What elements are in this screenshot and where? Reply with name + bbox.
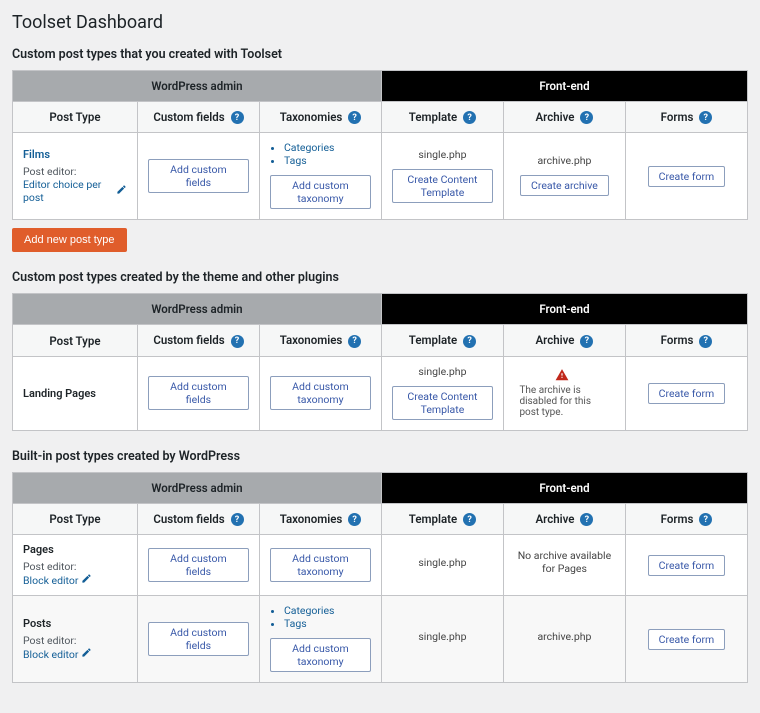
editor-label: Post editor: bbox=[23, 634, 127, 647]
table-row: Posts Post editor:Block editor Add custom… bbox=[13, 596, 748, 683]
col-forms: Forms ? bbox=[625, 102, 747, 133]
col-taxonomies: Taxonomies ? bbox=[259, 102, 381, 133]
help-custom-fields-icon[interactable]: ? bbox=[231, 335, 244, 348]
header-wp-admin: WordPress admin bbox=[13, 472, 382, 503]
header-front-end: Front-end bbox=[381, 71, 747, 102]
archive-note: No archive available for Pages bbox=[514, 549, 615, 575]
create-template-button[interactable]: Create Content Template bbox=[392, 169, 493, 203]
create-form-button[interactable]: Create form bbox=[648, 629, 726, 650]
post-types-table: WordPress admin Front-end Post Type Cust… bbox=[12, 70, 748, 220]
col-post-type: Post Type bbox=[13, 325, 138, 356]
section-builtin: Built-in post types created by WordPress… bbox=[12, 449, 748, 683]
col-archive: Archive ? bbox=[503, 325, 625, 356]
create-form-button[interactable]: Create form bbox=[648, 383, 726, 404]
page-title: Toolset Dashboard bbox=[12, 12, 748, 33]
create-form-button[interactable]: Create form bbox=[648, 555, 726, 576]
post-type-link-films[interactable]: Films bbox=[23, 148, 50, 161]
col-post-type: Post Type bbox=[13, 102, 138, 133]
header-wp-admin: WordPress admin bbox=[13, 294, 382, 325]
add-taxonomy-button[interactable]: Add custom taxonomy bbox=[270, 638, 371, 672]
col-template: Template ? bbox=[381, 102, 503, 133]
post-type-name-posts: Posts bbox=[23, 617, 51, 630]
add-post-type-button[interactable]: Add new post type bbox=[12, 228, 127, 252]
table-row: Pages Post editor:Block editor Add custom… bbox=[13, 535, 748, 596]
warning-icon bbox=[555, 368, 569, 385]
help-forms-icon[interactable]: ? bbox=[699, 513, 712, 526]
add-taxonomy-button[interactable]: Add custom taxonomy bbox=[270, 548, 371, 582]
edit-icon bbox=[81, 647, 92, 661]
editor-choice-link[interactable]: Block editor bbox=[23, 573, 92, 587]
help-archive-icon[interactable]: ? bbox=[580, 335, 593, 348]
create-form-button[interactable]: Create form bbox=[648, 166, 726, 187]
edit-icon bbox=[81, 573, 92, 587]
add-custom-fields-button[interactable]: Add custom fields bbox=[148, 159, 249, 193]
section-toolset: Custom post types that you created with … bbox=[12, 47, 748, 252]
header-front-end: Front-end bbox=[381, 472, 747, 503]
add-taxonomy-button[interactable]: Add custom taxonomy bbox=[270, 376, 371, 410]
help-template-icon[interactable]: ? bbox=[463, 335, 476, 348]
help-taxonomies-icon[interactable]: ? bbox=[348, 335, 361, 348]
help-custom-fields-icon[interactable]: ? bbox=[231, 513, 244, 526]
header-front-end: Front-end bbox=[381, 294, 747, 325]
col-custom-fields: Custom fields ? bbox=[137, 102, 259, 133]
editor-label: Post editor: bbox=[23, 165, 127, 178]
help-template-icon[interactable]: ? bbox=[463, 111, 476, 124]
add-custom-fields-button[interactable]: Add custom fields bbox=[148, 622, 249, 656]
add-custom-fields-button[interactable]: Add custom fields bbox=[148, 376, 249, 410]
add-taxonomy-button[interactable]: Add custom taxonomy bbox=[270, 175, 371, 209]
editor-choice-link[interactable]: Block editor bbox=[23, 647, 92, 661]
col-taxonomies: Taxonomies ? bbox=[259, 503, 381, 534]
post-types-table: WordPress admin Front-end Post Type Cust… bbox=[12, 472, 748, 683]
help-forms-icon[interactable]: ? bbox=[699, 111, 712, 124]
taxonomy-item[interactable]: Categories bbox=[284, 604, 371, 617]
create-template-button[interactable]: Create Content Template bbox=[392, 386, 493, 420]
col-archive: Archive ? bbox=[503, 503, 625, 534]
help-archive-icon[interactable]: ? bbox=[580, 111, 593, 124]
help-archive-icon[interactable]: ? bbox=[580, 513, 593, 526]
template-filename: single.php bbox=[392, 365, 493, 378]
col-custom-fields: Custom fields ? bbox=[137, 325, 259, 356]
col-taxonomies: Taxonomies ? bbox=[259, 325, 381, 356]
taxonomy-item[interactable]: Tags bbox=[284, 154, 371, 167]
edit-icon bbox=[116, 184, 127, 198]
help-taxonomies-icon[interactable]: ? bbox=[348, 111, 361, 124]
col-template: Template ? bbox=[381, 503, 503, 534]
add-custom-fields-button[interactable]: Add custom fields bbox=[148, 548, 249, 582]
help-template-icon[interactable]: ? bbox=[463, 513, 476, 526]
help-forms-icon[interactable]: ? bbox=[699, 335, 712, 348]
editor-choice-link[interactable]: Editor choice per post bbox=[23, 178, 127, 204]
col-custom-fields: Custom fields ? bbox=[137, 503, 259, 534]
archive-warning: The archive is disabled for this post ty… bbox=[519, 385, 609, 418]
section-theme: Custom post types created by the theme a… bbox=[12, 270, 748, 430]
archive-filename: archive.php bbox=[514, 154, 615, 167]
post-type-name-pages: Pages bbox=[23, 543, 54, 556]
help-taxonomies-icon[interactable]: ? bbox=[348, 513, 361, 526]
create-archive-button[interactable]: Create archive bbox=[520, 175, 609, 196]
taxonomy-item[interactable]: Tags bbox=[284, 617, 371, 630]
col-archive: Archive ? bbox=[503, 102, 625, 133]
col-post-type: Post Type bbox=[13, 503, 138, 534]
section-title: Custom post types that you created with … bbox=[12, 47, 748, 62]
taxonomy-item[interactable]: Categories bbox=[284, 141, 371, 154]
col-forms: Forms ? bbox=[625, 503, 747, 534]
taxonomy-list: CategoriesTags bbox=[284, 604, 371, 630]
post-type-name-landing: Landing Pages bbox=[23, 387, 96, 400]
header-wp-admin: WordPress admin bbox=[13, 71, 382, 102]
col-template: Template ? bbox=[381, 325, 503, 356]
table-row: FilmsPost editor:Editor choice per post … bbox=[13, 133, 748, 220]
col-forms: Forms ? bbox=[625, 325, 747, 356]
template-filename: single.php bbox=[392, 556, 493, 569]
table-row: Landing Pages Add custom fields Add cust… bbox=[13, 356, 748, 430]
editor-label: Post editor: bbox=[23, 560, 127, 573]
section-title: Custom post types created by the theme a… bbox=[12, 270, 748, 285]
archive-filename: archive.php bbox=[514, 630, 615, 643]
template-filename: single.php bbox=[392, 630, 493, 643]
template-filename: single.php bbox=[392, 148, 493, 161]
post-types-table: WordPress admin Front-end Post Type Cust… bbox=[12, 293, 748, 430]
help-custom-fields-icon[interactable]: ? bbox=[231, 111, 244, 124]
taxonomy-list: CategoriesTags bbox=[284, 141, 371, 167]
section-title: Built-in post types created by WordPress bbox=[12, 449, 748, 464]
